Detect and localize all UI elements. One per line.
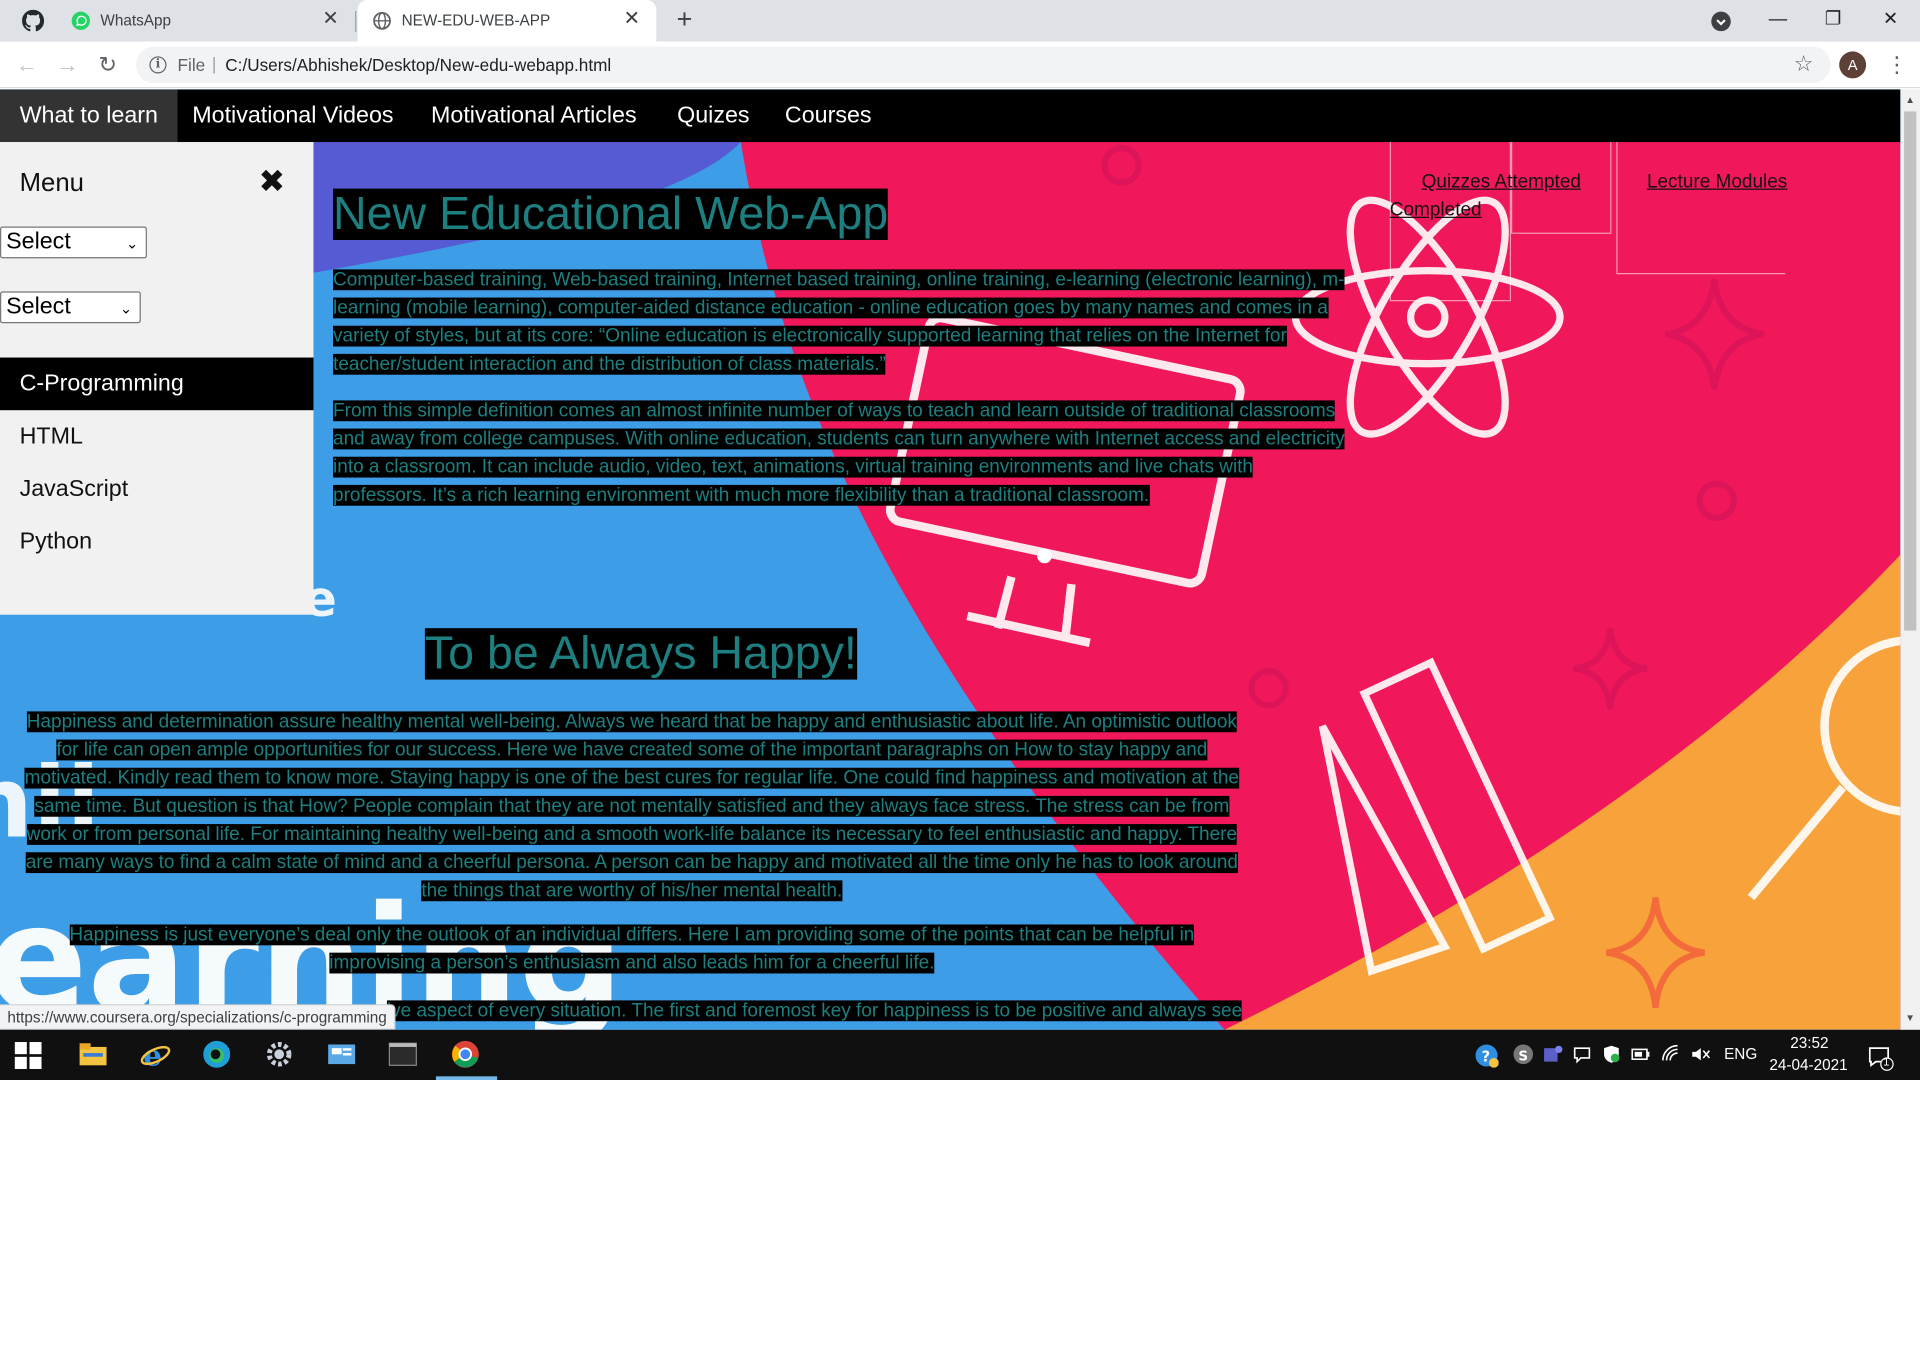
clock-date[interactable]: 24-04-2021 [1769, 1057, 1847, 1074]
select-1-value: Select [6, 228, 71, 255]
chevron-down-icon: ⌄ [126, 235, 139, 253]
nav-what-to-learn[interactable]: What to learn [0, 89, 178, 143]
intro-paragraph-2: From this simple definition comes an alm… [333, 400, 1345, 506]
sidebar-menu: Menu ✖ Select ⌄ Select ⌄ C-Programming H… [0, 142, 314, 615]
chevron-down-icon: ⌄ [119, 300, 133, 318]
notification-count: 1 [1883, 1055, 1890, 1068]
skype-icon[interactable]: S [1512, 1043, 1534, 1065]
intro-paragraph-1: Computer-based training, Web-based train… [333, 269, 1345, 375]
active-app-indicator [435, 1076, 498, 1081]
clock-time[interactable]: 23:52 [1790, 1035, 1828, 1052]
select-2-value: Select [6, 293, 71, 320]
github-icon[interactable] [22, 9, 45, 32]
top-navigation: What to learn Motivational Videos Motiva… [0, 89, 1901, 143]
screen: WhatsApp ✕ NEW-EDU-WEB-APP ✕ + — ❐ ✕ ← →… [0, 0, 1920, 1358]
wifi-icon[interactable] [1660, 1043, 1682, 1065]
page-title: New Educational Web-App [333, 188, 889, 241]
happiness-paragraph-1: Happiness and determination assure healt… [24, 711, 1239, 902]
select-dropdown-2[interactable]: Select ⌄ [0, 291, 141, 324]
help-icon[interactable]: ? [1474, 1043, 1499, 1068]
sidebar-item-c-programming[interactable]: C-Programming [0, 357, 314, 411]
tab-title: WhatsApp [100, 12, 172, 30]
sidebar-item-html[interactable]: HTML [0, 410, 313, 463]
browser-menu-icon[interactable]: ⋮ [1886, 50, 1908, 79]
sidebar-item-javascript[interactable]: JavaScript [0, 463, 313, 516]
happiness-paragraph-3: ive aspect of every situation. The first… [386, 1000, 1243, 1022]
whatsapp-icon [71, 11, 91, 31]
address-bar[interactable]: i File | C:/Users/Abhishek/Desktop/New-e… [135, 46, 1831, 84]
restore-button[interactable]: ❐ [1818, 5, 1847, 34]
security-shield-icon[interactable] [1600, 1043, 1622, 1065]
chrome-icon[interactable] [449, 1038, 481, 1070]
close-icon[interactable]: ✖ [257, 163, 286, 200]
happiness-paragraph-2: Happiness is just everyone’s deal only t… [69, 924, 1195, 974]
notification-center-icon[interactable] [1867, 1044, 1894, 1071]
browser-toolbar: ← → ↻ i File | C:/Users/Abhishek/Desktop… [0, 41, 1920, 89]
tab-strip: WhatsApp ✕ NEW-EDU-WEB-APP ✕ + — ❐ ✕ [0, 0, 1920, 42]
page-viewport: earning nli e What to learn Motivational… [0, 89, 1901, 1030]
profile-avatar[interactable]: A [1839, 51, 1867, 79]
reload-button[interactable]: ↻ [94, 51, 121, 78]
tab-whatsapp[interactable]: WhatsApp ✕ [56, 0, 357, 42]
completed-link[interactable]: Completed [1390, 200, 1482, 222]
scroll-thumb[interactable] [1904, 111, 1917, 631]
back-button[interactable]: ← [13, 51, 40, 78]
nav-quizes[interactable]: Quizes [658, 89, 770, 142]
select-dropdown-1[interactable]: Select ⌄ [0, 226, 147, 259]
terminal-icon[interactable] [387, 1038, 419, 1070]
edge-icon[interactable] [201, 1038, 233, 1070]
nav-motivational-videos[interactable]: Motivational Videos [173, 89, 414, 142]
globe-icon [373, 11, 391, 30]
nav-motivational-articles[interactable]: Motivational Articles [411, 89, 656, 142]
link-status-bar: https://www.coursera.org/specializations… [0, 1004, 396, 1030]
internet-explorer-icon[interactable]: e [140, 1038, 172, 1070]
scheme-label: File [177, 55, 206, 75]
scheme-separator: | [211, 53, 217, 74]
chat-icon[interactable] [1571, 1043, 1593, 1065]
svg-text:S: S [1518, 1049, 1528, 1064]
info-icon[interactable]: i [149, 56, 167, 74]
minimize-button[interactable]: — [1763, 5, 1792, 34]
close-tab-icon[interactable]: ✕ [321, 9, 341, 31]
page-scrollbar[interactable]: ▲ ▼ [1900, 89, 1920, 1030]
svg-text:?: ? [1482, 1049, 1491, 1066]
bookmark-star-icon[interactable]: ☆ [1794, 51, 1814, 77]
teams-icon[interactable] [1542, 1043, 1564, 1065]
nav-courses[interactable]: Courses [765, 89, 891, 142]
tab-title: NEW-EDU-WEB-APP [401, 12, 551, 30]
tab-search-icon[interactable] [1711, 11, 1732, 32]
url-text[interactable]: C:/Users/Abhishek/Desktop/New-edu-webapp… [225, 55, 611, 75]
file-explorer-icon[interactable] [77, 1038, 109, 1070]
windows-start-icon[interactable] [14, 1042, 42, 1069]
close-tab-icon[interactable]: ✕ [622, 9, 642, 31]
close-window-button[interactable]: ✕ [1876, 5, 1905, 34]
windows-taskbar: e ? S ENG 23:52 24-04-2021 1 [0, 1029, 1920, 1081]
scroll-down-icon[interactable]: ▼ [1905, 1013, 1915, 1024]
scroll-up-icon[interactable]: ▲ [1905, 94, 1915, 105]
volume-muted-icon[interactable] [1690, 1043, 1712, 1065]
battery-icon[interactable] [1630, 1043, 1652, 1065]
menu-title: Menu [19, 168, 84, 198]
lecture-modules-link[interactable]: Lecture Modules [1647, 171, 1787, 193]
new-tab-button[interactable]: + [671, 6, 698, 35]
quizzes-attempted-link[interactable]: Quizzes Attempted [1422, 171, 1581, 193]
lecture-box-outline [1616, 142, 1786, 275]
sidebar-item-python[interactable]: Python [0, 516, 313, 569]
happiness-heading: To be Always Happy! [424, 628, 857, 680]
control-panel-icon[interactable] [326, 1038, 358, 1070]
language-indicator[interactable]: ENG [1724, 1046, 1757, 1063]
forward-button[interactable]: → [54, 51, 81, 78]
settings-gear-icon[interactable] [263, 1038, 295, 1070]
tab-new-edu-web-app[interactable]: NEW-EDU-WEB-APP ✕ [357, 0, 657, 42]
